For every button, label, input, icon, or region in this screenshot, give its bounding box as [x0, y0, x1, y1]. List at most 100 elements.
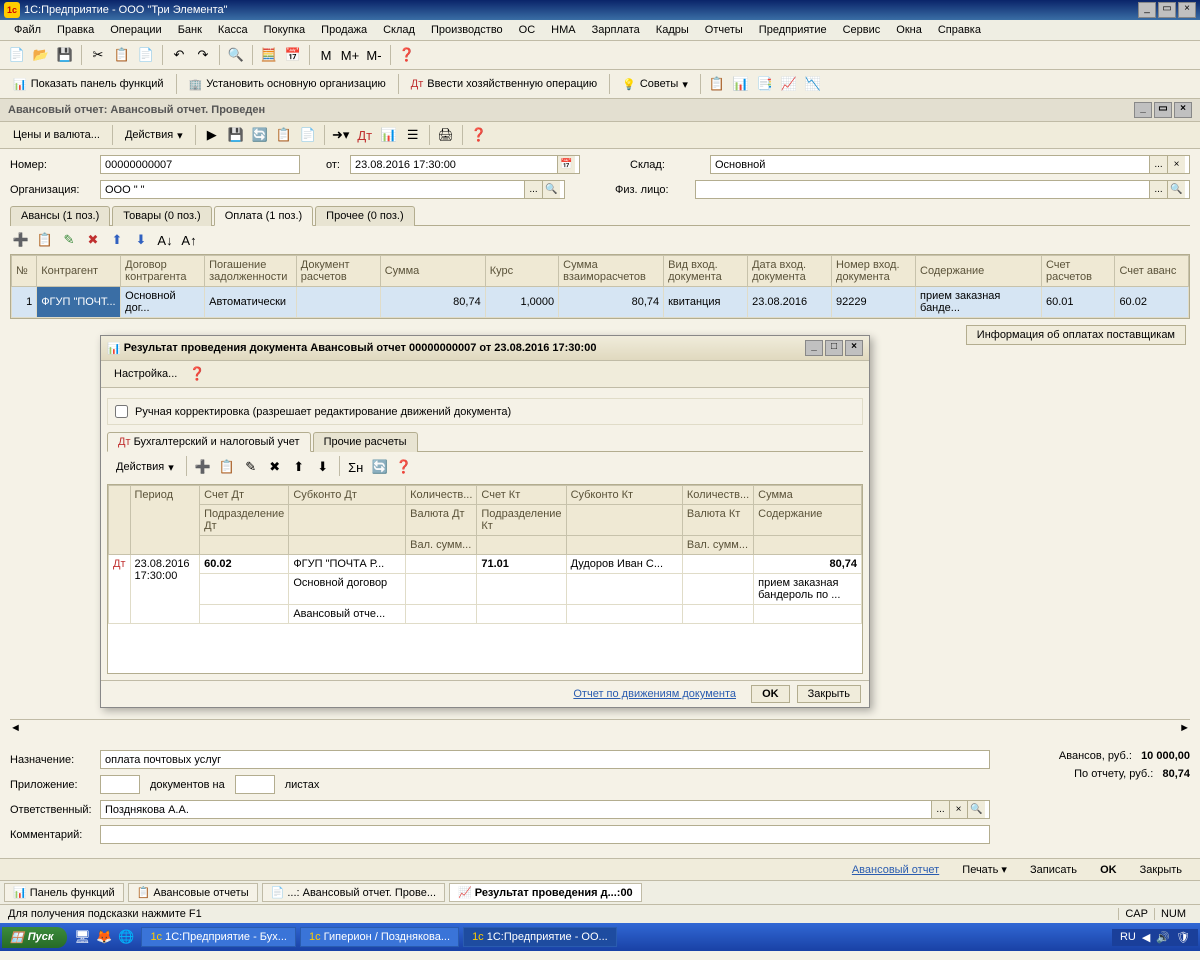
system-tray[interactable]: RU ◀ 🔊 🛡 — [1112, 929, 1198, 946]
based-on-icon[interactable]: 📄 — [297, 124, 319, 146]
add-copy-icon[interactable]: 📋 — [34, 229, 56, 251]
menu-hr[interactable]: Кадры — [648, 22, 697, 38]
move-up-icon[interactable]: ⬆ — [106, 229, 128, 251]
purpose-input[interactable]: оплата почтовых услуг — [100, 750, 990, 769]
col-cur-kt[interactable]: Валюта Кт — [682, 505, 753, 536]
dialog-minimize-button[interactable]: _ — [805, 340, 823, 356]
calendar-picker-icon[interactable]: 📅 — [557, 156, 575, 173]
person-open-icon[interactable]: 🔍 — [1167, 181, 1185, 198]
cut-icon[interactable]: ✂ — [87, 44, 109, 66]
task-item-2[interactable]: 1c Гиперион / Позднякова... — [300, 927, 459, 947]
attach-docs-input[interactable] — [100, 775, 140, 794]
col-qty-dt[interactable]: Количеств... — [406, 486, 477, 505]
col-acc[interactable]: Счет расчетов — [1041, 256, 1114, 287]
col-sub-dt[interactable]: Субконто Дт — [289, 486, 406, 505]
refresh-icon[interactable]: 🔄 — [249, 124, 271, 146]
new-icon[interactable]: 📄 — [6, 44, 28, 66]
col-cur-dt[interactable]: Валюта Дт — [406, 505, 477, 536]
col-acc-dt[interactable]: Счет Дт — [200, 486, 289, 505]
modal-del-icon[interactable]: ✖ — [264, 456, 286, 478]
col-docr[interactable]: Документ расчетов — [296, 256, 380, 287]
dialog-help-icon[interactable]: ❓ — [186, 363, 208, 385]
set-org-button[interactable]: 🏢 Установить основную организацию — [182, 75, 393, 94]
close-doc-button[interactable]: Закрыть — [1132, 862, 1190, 878]
menu-purchase[interactable]: Покупка — [256, 22, 314, 38]
paste-icon[interactable]: 📄 — [135, 44, 157, 66]
col-date[interactable]: Дата вход. документа — [748, 256, 832, 287]
dialog-cancel-button[interactable]: Закрыть — [797, 685, 861, 703]
mdi-tab-panel[interactable]: 📊 Панель функций — [4, 883, 124, 902]
col-content[interactable]: Содержание — [916, 256, 1042, 287]
tray-icon-2[interactable]: 🔊 — [1156, 931, 1170, 944]
col-div-kt[interactable]: Подразделение Кт — [477, 505, 566, 536]
number-input[interactable]: 00000000007 — [100, 155, 300, 174]
scroll-left-icon[interactable]: ◄ — [10, 722, 21, 734]
tb-icon-1[interactable]: 📋 — [706, 73, 728, 95]
modal-add-icon[interactable]: ➕ — [192, 456, 214, 478]
show-panel-button[interactable]: 📊 Показать панель функций — [6, 75, 171, 94]
m-plus-btn[interactable]: M+ — [339, 44, 361, 66]
post-icon[interactable]: ▶ — [201, 124, 223, 146]
advice-button[interactable]: 💡 Советы ▾ — [615, 75, 695, 94]
resp-open-icon[interactable]: 🔍 — [967, 801, 985, 818]
dialog-ok-button[interactable]: OK — [751, 685, 790, 703]
struct-icon[interactable]: 📊 — [378, 124, 400, 146]
col-valsum-dt[interactable]: Вал. сумм... — [406, 536, 477, 555]
open-icon[interactable]: 📂 — [30, 44, 52, 66]
ql-icon-2[interactable]: 🦊 — [93, 926, 115, 948]
dialog-maximize-button[interactable]: □ — [825, 340, 843, 356]
m-minus-btn[interactable]: M- — [363, 44, 385, 66]
col-period[interactable]: Период — [130, 486, 200, 555]
modal-edit-icon[interactable]: ✎ — [240, 456, 262, 478]
scroll-right-icon[interactable]: ► — [1179, 722, 1190, 734]
col-num[interactable]: Номер вход. документа — [832, 256, 916, 287]
modal-copy-icon[interactable]: 📋 — [216, 456, 238, 478]
menu-bank[interactable]: Банк — [170, 22, 210, 38]
select-icon[interactable]: ... — [1149, 156, 1167, 173]
copy-doc-icon[interactable]: 📋 — [273, 124, 295, 146]
menu-help[interactable]: Справка — [930, 22, 989, 38]
menu-file[interactable]: Файл — [6, 22, 49, 38]
col-sumv[interactable]: Сумма взаиморасчетов — [559, 256, 664, 287]
menu-os[interactable]: ОС — [511, 22, 544, 38]
find-icon[interactable]: 🔍 — [225, 44, 247, 66]
tab-other[interactable]: Прочее (0 поз.) — [315, 206, 414, 226]
list-icon[interactable]: ☰ — [402, 124, 424, 146]
help-icon[interactable]: ❓ — [396, 44, 418, 66]
settings-button[interactable]: Настройка... — [107, 365, 184, 383]
help-doc-icon[interactable]: ❓ — [468, 124, 490, 146]
doc-maximize-button[interactable]: ▭ — [1154, 102, 1172, 118]
delete-row-icon[interactable]: ✖ — [82, 229, 104, 251]
col-sum[interactable]: Сумма — [754, 486, 862, 505]
menu-cash[interactable]: Касса — [210, 22, 256, 38]
manual-correction-checkbox[interactable] — [115, 405, 128, 418]
lang-indicator[interactable]: RU — [1120, 931, 1136, 943]
tab-payment[interactable]: Оплата (1 поз.) — [214, 206, 313, 226]
col-repay[interactable]: Погашение задолженности — [205, 256, 297, 287]
ql-icon-3[interactable]: 🌐 — [115, 926, 137, 948]
supplier-info-button[interactable]: Информация об оплатах поставщикам — [966, 325, 1186, 345]
tb-icon-3[interactable]: 📑 — [754, 73, 776, 95]
tb-icon-4[interactable]: 📈 — [778, 73, 800, 95]
posting-row[interactable]: Дт 23.08.2016 17:30:00 60.02 ФГУП "ПОЧТА… — [109, 555, 862, 574]
attach-sheets-input[interactable] — [235, 775, 275, 794]
ql-icon-1[interactable]: 🖥 — [71, 926, 93, 948]
comment-input[interactable] — [100, 825, 990, 844]
modal-up-icon[interactable]: ⬆ — [288, 456, 310, 478]
tab-other-calc[interactable]: Прочие расчеты — [313, 432, 418, 452]
tab-accounting[interactable]: Дт Бухгалтерский и налоговый учет — [107, 432, 311, 452]
undo-icon[interactable]: ↶ — [168, 44, 190, 66]
date-input[interactable]: 23.08.2016 17:30:00📅 — [350, 155, 580, 174]
col-vid[interactable]: Вид вход. документа — [664, 256, 748, 287]
dialog-title-bar[interactable]: 📊 Результат проведения документа Авансов… — [101, 336, 869, 361]
task-item-1[interactable]: 1c 1С:Предприятие - Бух... — [141, 927, 296, 947]
col-sub-kt[interactable]: Субконто Кт — [566, 486, 682, 505]
menu-operations[interactable]: Операции — [102, 22, 169, 38]
prices-button[interactable]: Цены и валюта... — [6, 126, 107, 144]
menu-reports[interactable]: Отчеты — [697, 22, 751, 38]
doc-minimize-button[interactable]: _ — [1134, 102, 1152, 118]
col-acc-kt[interactable]: Счет Кт — [477, 486, 566, 505]
maximize-button[interactable]: ▭ — [1158, 2, 1176, 18]
edit-row-icon[interactable]: ✎ — [58, 229, 80, 251]
tb-icon-2[interactable]: 📊 — [730, 73, 752, 95]
